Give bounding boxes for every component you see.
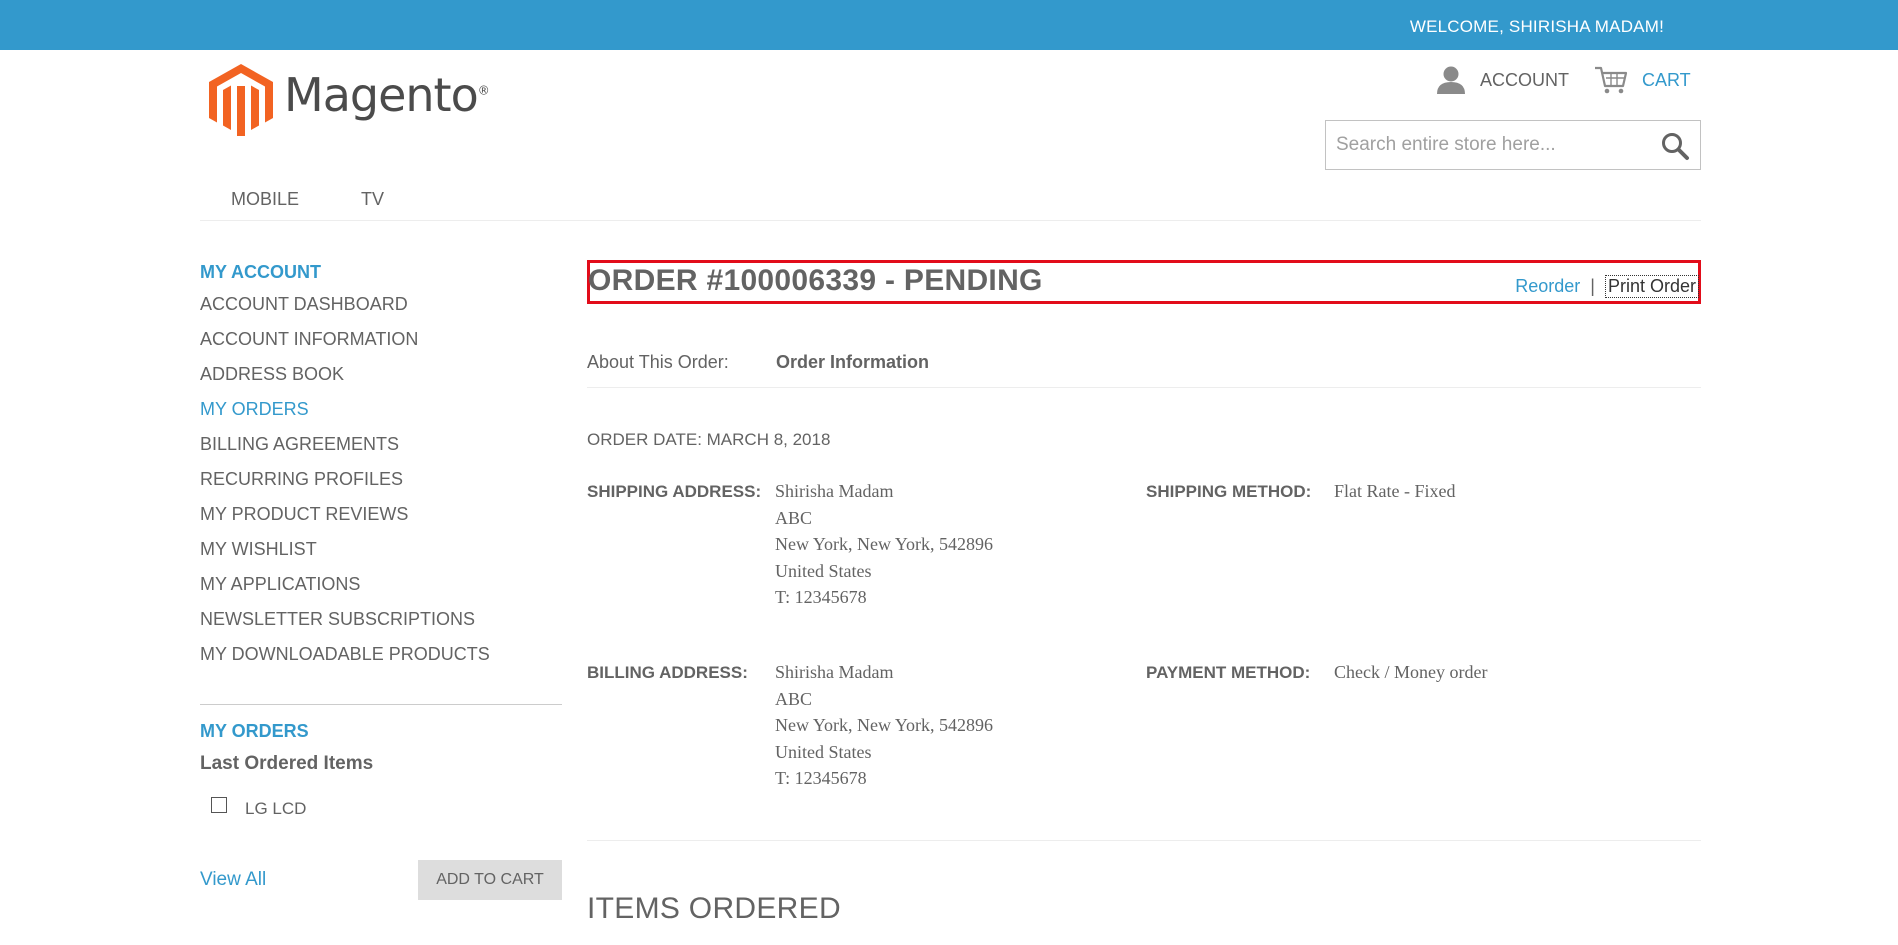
shipping-address-line: United States xyxy=(775,560,872,581)
view-all-link[interactable]: View All xyxy=(200,869,266,891)
shipping-address-line: Shirisha Madam xyxy=(775,481,894,501)
sidebar-item-my-product-reviews[interactable]: MY PRODUCT REVIEWS xyxy=(200,497,562,532)
search-icon xyxy=(1662,133,1689,160)
nav-item-mobile[interactable]: MOBILE xyxy=(231,189,299,210)
search-input[interactable] xyxy=(1326,121,1646,169)
welcome-message: WELCOME, SHIRISHA MADAM! xyxy=(1409,17,1664,36)
shipping-address-line: T: 12345678 xyxy=(775,587,867,607)
order-date: ORDER DATE: MARCH 8, 2018 xyxy=(587,430,831,449)
sidebar-item-my-downloadable-products[interactable]: MY DOWNLOADABLE PRODUCTS xyxy=(200,637,562,672)
last-ordered-item-name: LG LCD xyxy=(245,799,307,818)
about-order-divider xyxy=(587,387,1701,388)
billing-address-label: BILLING ADDRESS: xyxy=(587,663,748,682)
shipping-method: Flat Rate - Fixed xyxy=(1334,481,1456,501)
sidebar-divider xyxy=(200,704,562,705)
sidebar-item-newsletter-subscriptions[interactable]: NEWSLETTER SUBSCRIPTIONS xyxy=(200,602,562,637)
cart-icon xyxy=(1595,66,1628,94)
my-orders-block-title: MY ORDERS xyxy=(200,721,309,741)
magento-logo-icon xyxy=(209,64,273,136)
nav-item-tv[interactable]: TV xyxy=(361,189,384,210)
search-box xyxy=(1325,120,1701,170)
logo-wordmark: Magento® xyxy=(284,68,490,122)
order-information-tab: Order Information xyxy=(776,352,930,372)
reorder-link[interactable]: Reorder xyxy=(1515,276,1580,297)
nav-divider xyxy=(200,220,1701,221)
main-nav: MOBILE TV xyxy=(200,189,415,210)
sidebar-item-account-information[interactable]: ACCOUNT INFORMATION xyxy=(200,322,562,357)
search-button[interactable] xyxy=(1660,131,1690,161)
order-actions: Reorder | Print Order xyxy=(1515,275,1699,298)
sidebar-title: MY ACCOUNT xyxy=(200,262,321,282)
sidebar-item-recurring-profiles[interactable]: RECURRING PROFILES xyxy=(200,462,562,497)
shipping-method-label: SHIPPING METHOD: xyxy=(1146,482,1312,501)
order-actions-separator: | xyxy=(1590,276,1595,296)
account-link[interactable]: ACCOUNT xyxy=(1436,66,1569,94)
user-icon xyxy=(1437,66,1465,94)
sidebar-item-my-applications[interactable]: MY APPLICATIONS xyxy=(200,567,562,602)
shipping-address-line: ABC xyxy=(775,507,813,528)
cart-link[interactable]: CART xyxy=(1594,66,1691,94)
print-order-link[interactable]: Print Order xyxy=(1604,275,1699,298)
about-order-label: About This Order: xyxy=(587,352,729,372)
top-welcome-bar: WELCOME, SHIRISHA MADAM! xyxy=(0,0,1898,50)
sidebar-item-my-orders: MY ORDERS xyxy=(200,399,309,419)
sidebar-item-address-book[interactable]: ADDRESS BOOK xyxy=(200,357,562,392)
order-title: ORDER #100006339 - PENDING xyxy=(588,264,1043,297)
magento-logo[interactable]: Magento® xyxy=(209,62,490,138)
items-ordered-title: ITEMS ORDERED xyxy=(587,892,841,925)
sidebar-item-my-wishlist[interactable]: MY WISHLIST xyxy=(200,532,562,567)
account-sidebar: MY ACCOUNT ACCOUNT DASHBOARD ACCOUNT INF… xyxy=(200,262,562,672)
shipping-address-line: New York, New York, 542896 xyxy=(775,534,994,554)
billing-address-line: United States xyxy=(775,741,872,762)
billing-address-line: T: 12345678 xyxy=(775,768,867,788)
account-label: ACCOUNT xyxy=(1480,69,1569,90)
sidebar-item-billing-agreements[interactable]: BILLING AGREEMENTS xyxy=(200,427,562,462)
add-to-cart-button[interactable]: ADD TO CART xyxy=(418,860,562,900)
cart-label: CART xyxy=(1642,69,1691,90)
last-ordered-item-checkbox[interactable] xyxy=(211,797,227,813)
billing-address-line: Shirisha Madam xyxy=(775,662,894,682)
last-ordered-items-title: Last Ordered Items xyxy=(200,753,374,774)
shipping-address-label: SHIPPING ADDRESS: xyxy=(587,482,762,501)
items-divider xyxy=(587,840,1701,841)
billing-address-line: ABC xyxy=(775,688,813,709)
sidebar-item-account-dashboard[interactable]: ACCOUNT DASHBOARD xyxy=(200,287,562,322)
billing-address-line: New York, New York, 542896 xyxy=(775,715,994,735)
payment-method: Check / Money order xyxy=(1334,662,1488,682)
billing-address: Shirisha Madam ABC New York, New York, 5… xyxy=(775,659,993,792)
payment-method-label: PAYMENT METHOD: xyxy=(1146,663,1311,682)
shipping-address: Shirisha Madam ABC New York, New York, 5… xyxy=(775,478,993,611)
